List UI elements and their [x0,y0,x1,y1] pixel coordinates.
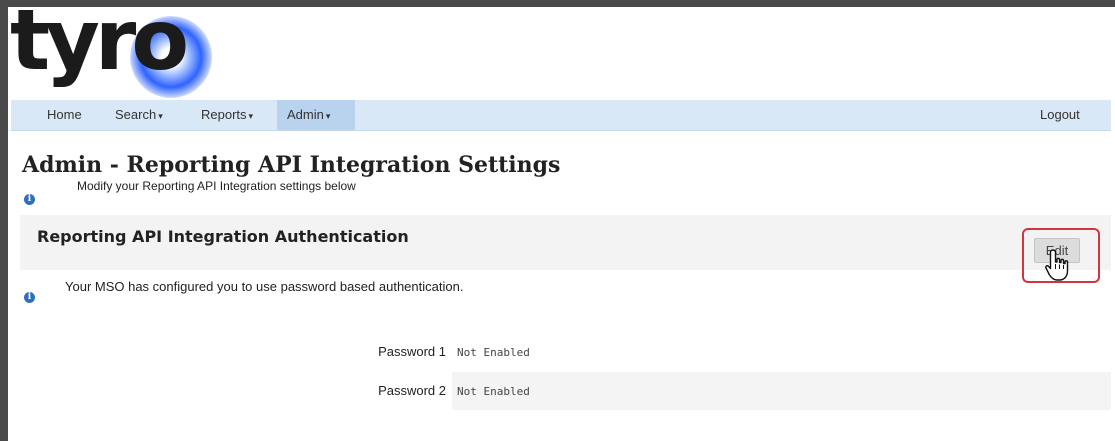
caret-down-icon: ▾ [325,111,331,121]
section-title: Reporting API Integration Authentication [37,227,409,246]
nav-admin-label: Admin [287,107,324,122]
nav-home-label: Home [47,107,82,122]
caret-down-icon: ▾ [158,111,163,121]
nav-home[interactable]: Home [35,100,94,130]
page-title: Admin - Reporting API Integration Settin… [22,152,561,178]
password-1-label: Password 1 [378,344,446,359]
password-2-value: Not Enabled [457,385,530,398]
nav-search[interactable]: Search ▾ [103,100,175,130]
nav-reports-label: Reports [201,107,247,122]
info-icon: i [24,194,35,205]
password-2-label: Password 2 [378,383,446,398]
window-frame-left [0,0,8,441]
field-row-shade [452,372,1111,410]
section-header: Reporting API Integration Authentication [20,215,1111,270]
logout-link[interactable]: Logout [1028,100,1092,130]
main-navbar: Home Search ▾ Reports ▾ Admin ▾ Logout [11,100,1111,131]
hand-pointer-icon [1045,249,1069,281]
nav-search-label: Search [115,107,157,122]
caret-down-icon: ▾ [248,111,254,121]
auth-message: Your MSO has configured you to use passw… [65,279,464,294]
nav-reports[interactable]: Reports ▾ [189,100,265,130]
tyro-logo: tyro [10,0,212,98]
info-icon: i [24,292,35,303]
page-subtitle: Modify your Reporting API Integration se… [77,179,356,193]
logo-text: tyro [10,0,189,89]
nav-admin[interactable]: Admin ▾ [277,100,355,130]
password-1-value: Not Enabled [457,346,530,359]
